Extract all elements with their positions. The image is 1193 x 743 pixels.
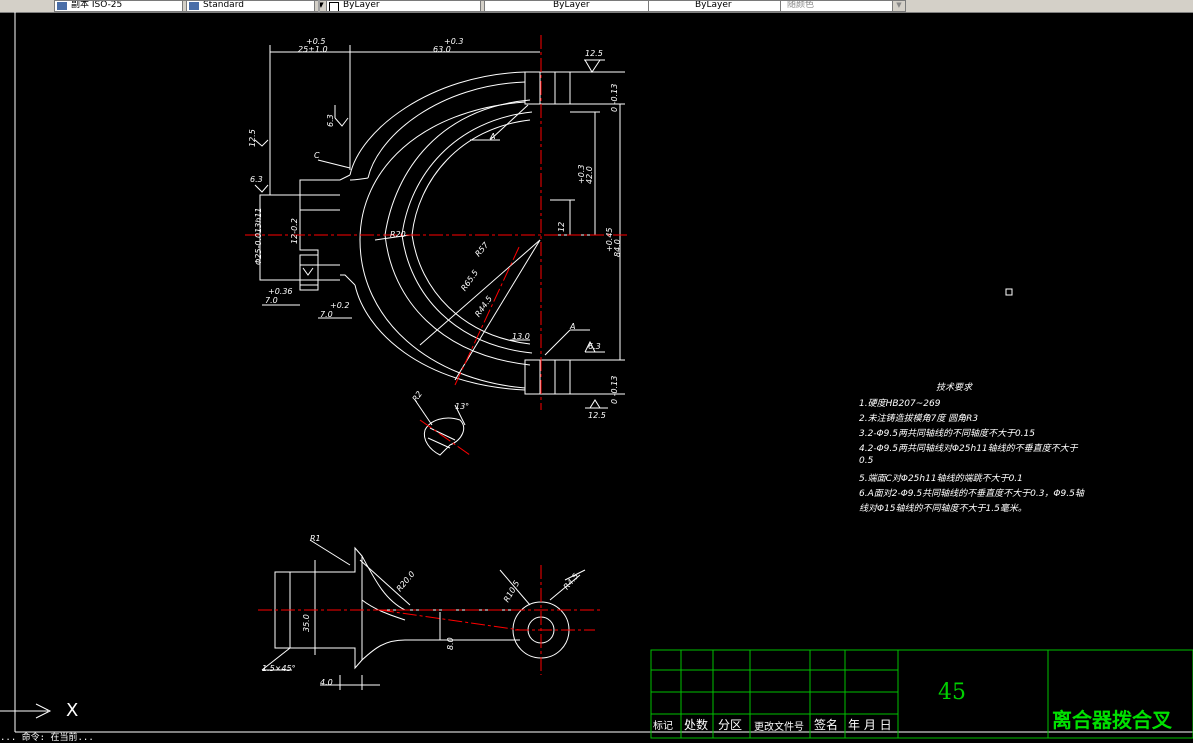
tech-requirements-title: 技术要求 [936,383,973,393]
text-style-icon [57,2,67,10]
pickbox-icon[interactable] [1005,288,1013,296]
roughness-6-3-a: 6.3 [326,114,335,127]
dim-12: 12 [557,221,566,232]
label-a-bottom: A [570,322,576,331]
plot-style-value: 随颜色 [787,0,815,10]
linetype-value: ByLayer [553,0,590,10]
lineweight-value: ByLayer [695,0,732,10]
tech-line: 4.2-Φ9.5两共同轴线对Φ25h11轴线的不垂直度不大于 [859,444,1078,454]
tech-line: 3.2-Φ9.5两共同轴线的不同轴度不大于0.15 [859,429,1035,439]
dim-d7: 7.0 [320,310,333,319]
dim-style-value: Standard [203,0,244,10]
title-block-header-count: 处数 [684,718,709,732]
dim-1-5x45: 1.5×45° [262,664,296,673]
dim-phi25: Φ25-0.013h11 [254,207,263,265]
ucs-icon [0,703,52,719]
dim-7-tol: +0.36 [268,287,293,296]
tech-line: 1.硬度HB207~269 [859,399,941,409]
dim-35: 35.0 [302,614,311,632]
roughness-6-3-left: 6.3 [250,175,263,184]
layer-value: ByLayer [343,0,380,10]
title-block-header-mark: 标记 [653,721,673,732]
tol-right-top: 0 -0.13 [610,83,619,112]
dim-style-combo[interactable]: Standard ▼ [186,0,328,12]
plot-style-combo[interactable]: 随颜色 ▼ [780,0,906,12]
ucs-x-label: X [66,700,79,721]
dim-63: 63.0 [433,45,451,54]
label-a-top: A [490,132,496,141]
dim-d7-tol: +0.2 [330,301,350,310]
dim-7: 7.0 [265,296,278,305]
dim-42: 42.0 [585,166,594,184]
dim-8: 8.0 [446,637,455,650]
label-c: C [314,151,320,160]
dim-13-deg: 13° [455,402,470,411]
tol-right-bottom: 0 -0.13 [610,375,619,404]
dim-r20: R20 [390,230,406,239]
color-swatch-icon [329,2,339,11]
command-line[interactable]: ... 命令: 在当前... [0,730,94,743]
fork-main-view [254,45,625,409]
drawing-svg [0,12,1193,739]
tech-line: 6.A面对2-Φ9.5共同轴线的不垂直度不大于0.3，Φ9.5轴 [859,489,1084,499]
tech-line: 0.5 [859,456,874,466]
roughness-6-3-right: 6.3 [588,342,601,351]
dim-84: 84.0 [613,239,622,257]
title-block-header-date: 年 月 日 [848,718,892,732]
dim-r1: R1 [310,534,321,543]
dim-4: 4.0 [320,678,333,687]
roughness-12-5-top: 12.5 [585,49,603,58]
tech-line: 线对Φ15轴线的不同轴度不大于1.5毫米。 [859,504,1027,514]
tech-line: 5.端面C对Φ25h11轴线的端跳不大于0.1 [859,474,1023,484]
text-style-combo[interactable]: 副本 ISO-25 ▼ [54,0,196,12]
roughness-12-5-bottom: 12.5 [588,411,606,420]
dim-style-icon [189,2,199,10]
roughness-12-5-left: 12.5 [248,129,257,147]
text-style-value: 副本 ISO-25 [71,0,123,10]
part-name: 离合器拨合叉 [1052,708,1172,732]
part-number: 45 [938,680,966,705]
layer-combo[interactable]: ByLayer ▼ [326,0,494,12]
dim-25: 25±1.0 [298,45,328,54]
title-block-header-signature: 签名 [814,718,839,732]
title-block-header-change-doc: 更改文件号 [754,722,804,733]
toolbar-separator [318,0,320,12]
chevron-down-icon[interactable]: ▼ [892,1,905,11]
dim-phi12: 12-0.2 [290,218,299,244]
drawing-canvas[interactable]: +0.5 25±1.0 +0.3 63.0 12.5 6.3 12.5 6.3 … [0,12,1193,743]
title-block-header-zone: 分区 [718,718,743,732]
tech-line: 2.未注铸造拔模角7度 圆角R3 [859,414,979,424]
dim-13: 13.0 [512,332,530,341]
